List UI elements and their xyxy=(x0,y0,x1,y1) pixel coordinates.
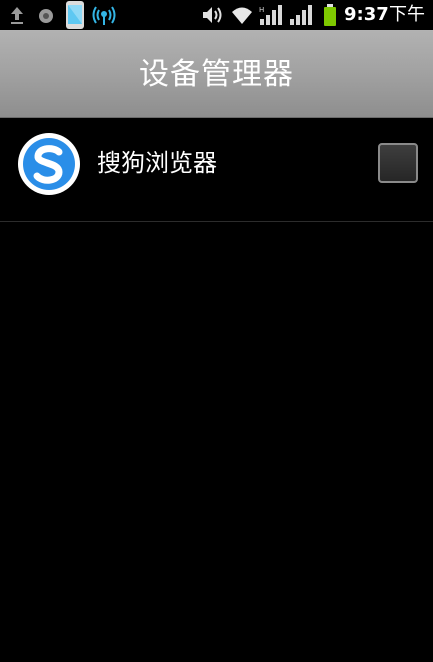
device-admin-checkbox[interactable] xyxy=(378,143,418,183)
volume-icon xyxy=(203,7,222,23)
sogou-browser-icon xyxy=(18,133,80,195)
upload-icon xyxy=(11,7,23,24)
status-bar: H 9:37 下午 xyxy=(0,0,433,30)
device-admin-list: 搜狗浏览器 xyxy=(0,118,433,222)
status-ampm: 下午 xyxy=(389,4,425,25)
page-title: 设备管理器 xyxy=(139,57,294,92)
list-item-label: 搜狗浏览器 xyxy=(97,149,217,177)
wifi-icon xyxy=(232,7,252,24)
status-time: 9:37 xyxy=(344,4,389,25)
signal-icon xyxy=(290,5,312,25)
battery-icon xyxy=(324,4,336,26)
circle-notification-icon xyxy=(39,9,53,23)
title-bar: 设备管理器 xyxy=(0,30,433,118)
hotspot-icon xyxy=(92,6,116,25)
svg-text:H: H xyxy=(259,6,264,14)
signal-icon: H xyxy=(259,5,282,25)
list-item[interactable]: 搜狗浏览器 xyxy=(0,118,433,222)
phone-icon xyxy=(66,1,84,29)
